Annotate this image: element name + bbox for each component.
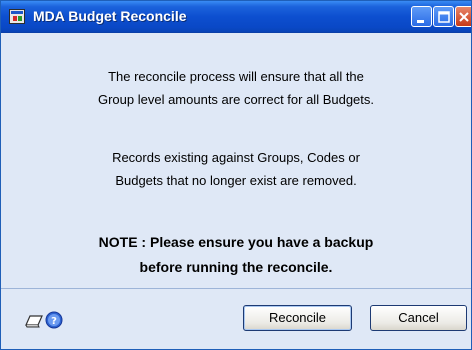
note-line: NOTE : Please ensure you have a backup xyxy=(98,234,374,250)
svg-text:?: ? xyxy=(51,316,57,327)
cancel-button[interactable]: Cancel xyxy=(370,305,467,331)
reconcile-button[interactable]: Reconcile xyxy=(243,305,352,331)
dialog-window: MDA Budget Reconcile The reconcile proce… xyxy=(0,0,472,350)
backup-note: NOTE : Please ensure you have a backup b… xyxy=(1,230,471,280)
dialog-body: The reconcile process will ensure that a… xyxy=(1,33,471,288)
close-icon xyxy=(459,12,469,22)
message-line: The reconcile process will ensure that a… xyxy=(108,69,364,84)
close-button[interactable] xyxy=(455,6,471,27)
message-paragraph-1: The reconcile process will ensure that a… xyxy=(1,65,471,111)
app-window-icon[interactable] xyxy=(9,9,25,24)
button-bar: ? Reconcile Cancel xyxy=(1,289,471,349)
maximize-button[interactable] xyxy=(433,6,454,27)
note-icon[interactable] xyxy=(24,313,44,329)
note-line: before running the reconcile. xyxy=(139,259,333,275)
message-line: Records existing against Groups, Codes o… xyxy=(112,150,360,165)
window-title: MDA Budget Reconcile xyxy=(33,8,187,24)
minimize-button[interactable] xyxy=(411,6,432,27)
minimize-icon xyxy=(417,20,424,23)
help-icon[interactable]: ? xyxy=(45,311,63,329)
message-paragraph-2: Records existing against Groups, Codes o… xyxy=(1,146,471,192)
message-line: Budgets that no longer exist are removed… xyxy=(115,173,357,188)
title-bar[interactable]: MDA Budget Reconcile xyxy=(1,1,471,33)
message-line: Group level amounts are correct for all … xyxy=(97,92,375,107)
maximize-icon xyxy=(438,11,450,23)
